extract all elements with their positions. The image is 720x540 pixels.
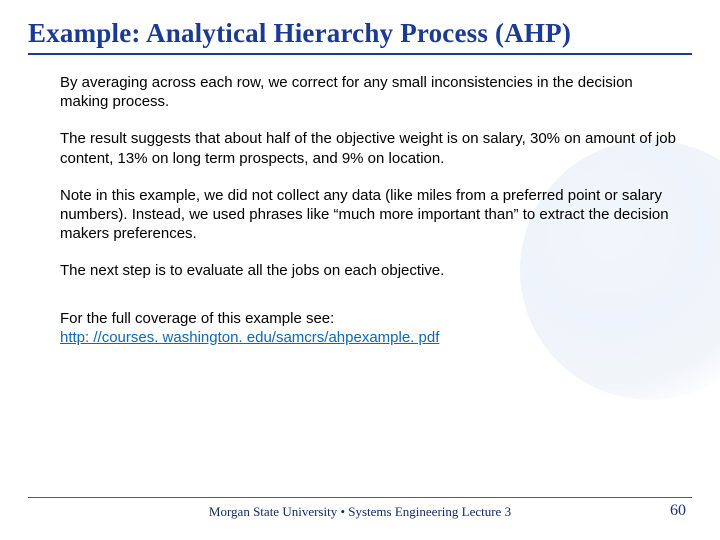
paragraph-3: Note in this example, we did not collect…: [60, 186, 676, 244]
paragraph-2: The result suggests that about half of t…: [60, 129, 676, 167]
reference-label: For the full coverage of this example se…: [60, 310, 334, 327]
reference-link[interactable]: http: //courses. washington. edu/samcrs/…: [60, 329, 439, 346]
paragraph-4: The next step is to evaluate all the job…: [60, 261, 676, 280]
footer: Morgan State University • Systems Engine…: [28, 497, 692, 520]
slide-title: Example: Analytical Hierarchy Process (A…: [28, 18, 692, 55]
slide-body: By averaging across each row, we correct…: [28, 73, 692, 347]
footer-rule: [28, 497, 692, 498]
footer-text: Morgan State University • Systems Engine…: [28, 504, 692, 520]
paragraph-1: By averaging across each row, we correct…: [60, 73, 676, 111]
slide-container: Example: Analytical Hierarchy Process (A…: [0, 0, 720, 540]
page-number: 60: [670, 502, 686, 520]
paragraph-5: For the full coverage of this example se…: [60, 309, 676, 347]
